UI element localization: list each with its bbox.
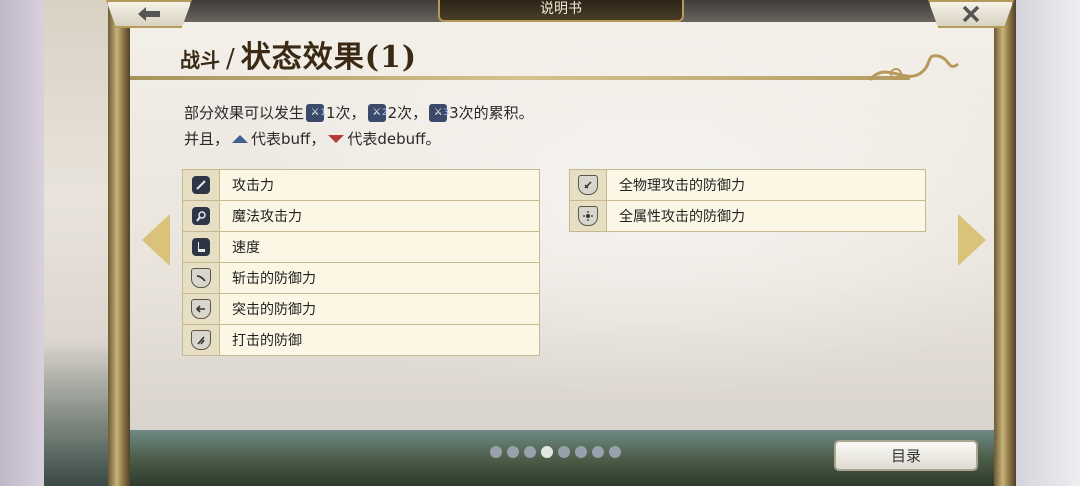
gold-flourish-ornament xyxy=(868,54,959,82)
effect-row: 全物理攻击的防御力 xyxy=(570,170,925,201)
effect-label: 打击的防御 xyxy=(232,333,302,349)
element-shield-icon xyxy=(578,206,598,226)
page-dot[interactable] xyxy=(575,446,587,458)
back-button[interactable] xyxy=(106,0,192,28)
description-line-1: 部分效果可以发生 ⚔ 1 1次， ⚔ 2 2次， ⚔ 3 3次的累积。 xyxy=(184,100,534,126)
page-indicator xyxy=(490,446,621,458)
page-title-category: 战斗 xyxy=(180,48,220,72)
effect-row: 斩击的防御力 xyxy=(183,263,539,294)
page-title: 战斗 / 状态效果(1) xyxy=(180,32,417,76)
effect-row: 速度 xyxy=(183,232,539,263)
effect-label: 攻击力 xyxy=(232,178,274,194)
description-prefix: 部分效果可以发生 xyxy=(184,104,305,122)
debuff-text: 代表debuff。 xyxy=(347,130,441,148)
magic-staff-icon xyxy=(192,207,210,225)
blunt-shield-icon xyxy=(191,330,211,350)
effect-label: 全物理攻击的防御力 xyxy=(619,178,745,194)
table-of-contents-button[interactable]: 目录 xyxy=(834,440,978,471)
stack-2-icon: ⚔ 2 xyxy=(367,104,388,122)
page-title-main: 状态效果(1) xyxy=(240,40,418,75)
effects-table-right: 全物理攻击的防御力 全属性攻击的防御力 xyxy=(569,169,926,232)
page-dot[interactable] xyxy=(558,446,570,458)
effect-label: 全属性攻击的防御力 xyxy=(619,209,745,225)
slash-shield-icon xyxy=(191,268,211,288)
effect-row: 攻击力 xyxy=(183,170,539,201)
left-arrow-icon xyxy=(138,7,160,21)
left-pillar xyxy=(108,0,130,486)
stack-3-icon: ⚔ 3 xyxy=(429,104,449,122)
effect-label: 速度 xyxy=(232,240,260,256)
effect-row: 魔法攻击力 xyxy=(183,201,539,232)
stack-count-1: 1次， xyxy=(326,104,366,122)
description-and: 并且， xyxy=(184,130,230,148)
title-underline xyxy=(130,76,910,80)
effect-row: 突击的防御力 xyxy=(183,294,539,325)
right-pillar xyxy=(994,0,1016,486)
window-title: 说明书 xyxy=(438,0,684,22)
thrust-shield-icon xyxy=(191,299,211,319)
physical-shield-icon xyxy=(578,175,598,195)
stack-count-3: 3次的累积。 xyxy=(449,104,534,122)
buff-icon xyxy=(232,135,249,143)
page-dot[interactable] xyxy=(592,446,604,458)
effect-label: 斩击的防御力 xyxy=(232,271,316,287)
page-dot[interactable] xyxy=(524,446,536,458)
close-icon xyxy=(962,5,980,23)
left-margin xyxy=(0,0,44,486)
debuff-icon xyxy=(328,135,345,143)
page-dot[interactable] xyxy=(490,446,502,458)
previous-page-arrow[interactable] xyxy=(142,214,170,266)
description-line-2: 并且， 代表buff， 代表debuff。 xyxy=(184,126,534,152)
effect-label: 魔法攻击力 xyxy=(232,209,302,225)
effect-row: 全属性攻击的防御力 xyxy=(570,201,925,231)
stack-1-icon: ⚔ 1 xyxy=(306,104,326,122)
effect-label: 突击的防御力 xyxy=(232,302,316,318)
page-dot[interactable] xyxy=(609,446,621,458)
stack-count-2: 2次， xyxy=(387,104,428,122)
buff-text: 代表buff， xyxy=(251,130,326,148)
page-title-separator: / xyxy=(226,44,235,74)
effects-table-left: 攻击力 魔法攻击力 速度 斩击的防御力 突击的防御力 打击的防御 xyxy=(182,169,540,356)
boot-icon xyxy=(192,238,210,256)
next-page-arrow[interactable] xyxy=(958,214,986,266)
effect-row: 打击的防御 xyxy=(183,325,539,355)
page-dot[interactable] xyxy=(507,446,519,458)
description-block: 部分效果可以发生 ⚔ 1 1次， ⚔ 2 2次， ⚔ 3 3次的累积。 并且， 代表b… xyxy=(184,100,534,152)
right-margin xyxy=(1016,0,1080,486)
sword-icon xyxy=(192,176,210,194)
page-dot-active[interactable] xyxy=(541,446,553,458)
close-button[interactable] xyxy=(928,0,1014,28)
